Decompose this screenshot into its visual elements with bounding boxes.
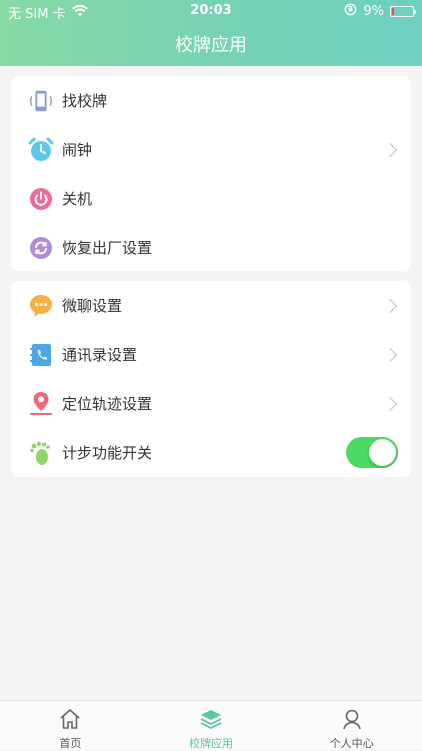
settings-group-1: 找校牌 闹钟 关机 恢复出厂设置 [11,76,411,271]
toggle-knob [369,439,396,466]
row-power-off[interactable]: 关机 [11,174,411,223]
row-label: 计步功能开关 [62,444,153,462]
row-label: 找校牌 [62,92,108,110]
row-label: 通讯录设置 [62,346,138,364]
row-alarm[interactable]: 闹钟 [11,125,411,174]
row-label: 恢复出厂设置 [62,239,153,257]
reset-icon [28,235,54,261]
row-step-counter: 计步功能开关 [11,428,411,477]
settings-group-2: 微聊设置 通讯录设置 定位轨迹设置 计步功能开关 [11,281,411,477]
tab-bar: 首页 校牌应用 个人中心 [0,700,422,750]
status-right: 9% [344,3,416,20]
battery-icon [390,6,416,17]
row-find-badge[interactable]: 找校牌 [11,76,411,125]
power-icon [28,186,54,212]
chat-bubble-icon [28,293,54,319]
row-label: 微聊设置 [62,297,123,315]
tab-label: 首页 [59,737,82,750]
layers-icon [199,708,223,734]
row-contacts-settings[interactable]: 通讯录设置 [11,330,411,379]
tab-badge-apps[interactable]: 校牌应用 [141,701,282,750]
step-counter-toggle[interactable] [346,437,398,468]
status-bar: 无 SIM 卡 20:03 9% [0,0,422,22]
contacts-book-icon [28,342,54,368]
person-icon [340,708,364,734]
footprint-icon [28,440,54,466]
chevron-right-icon [382,347,398,362]
home-icon [58,708,82,734]
tab-home[interactable]: 首页 [0,701,141,750]
app-header: 无 SIM 卡 20:03 9% 校牌应用 [0,0,422,66]
row-location-settings[interactable]: 定位轨迹设置 [11,379,411,428]
tab-profile[interactable]: 个人中心 [281,701,422,750]
page-title: 校牌应用 [175,35,247,56]
chevron-right-icon [382,396,398,411]
rotation-lock-icon [344,3,357,20]
tab-label: 校牌应用 [189,737,233,750]
row-label: 闹钟 [62,141,93,159]
location-pin-icon [28,391,54,417]
row-label: 关机 [62,190,93,208]
row-label: 定位轨迹设置 [62,395,153,413]
battery-text: 9% [363,4,384,19]
row-chat-settings[interactable]: 微聊设置 [11,281,411,330]
tab-label: 个人中心 [329,737,374,750]
alarm-clock-icon [28,137,54,163]
chevron-right-icon [382,142,398,157]
chevron-right-icon [382,298,398,313]
phone-vibrate-icon [28,88,54,114]
row-factory-reset[interactable]: 恢复出厂设置 [11,223,411,272]
